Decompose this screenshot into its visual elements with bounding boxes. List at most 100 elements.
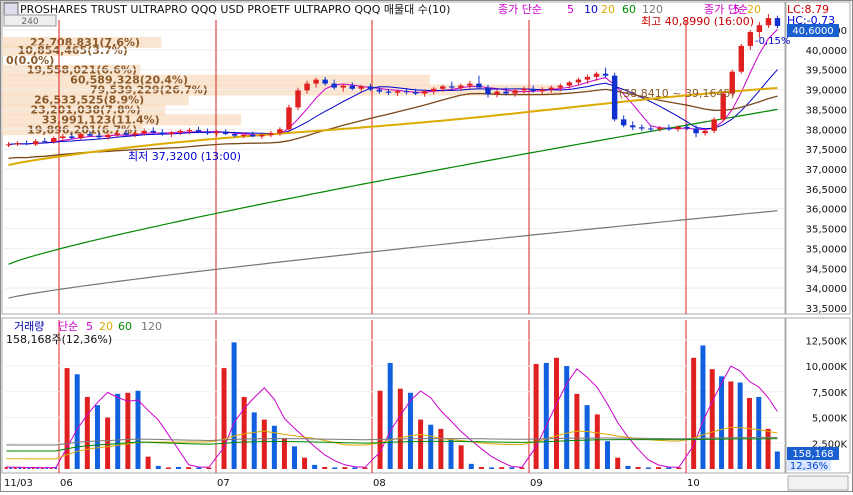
volume-bar <box>342 467 348 469</box>
candle-up <box>566 82 573 86</box>
candle-down <box>23 143 30 145</box>
volume-ma-label[interactable]: 단순 <box>58 320 78 333</box>
candle-down <box>367 86 374 90</box>
candle-down <box>620 119 627 126</box>
volume-bar <box>105 417 111 469</box>
candle-down <box>41 141 48 143</box>
volume-bar <box>251 412 257 469</box>
time-axis-label: 08 <box>373 478 386 489</box>
candle-down <box>503 91 509 94</box>
candle-up <box>521 88 527 91</box>
volume-bar <box>605 441 610 469</box>
volume-bar <box>728 381 734 469</box>
volume-bar <box>756 396 762 469</box>
candle-up <box>657 127 663 130</box>
volume-ma-period: 5 <box>86 320 93 333</box>
candle-down <box>96 135 102 138</box>
candle-down <box>485 87 491 95</box>
candle-up <box>241 134 247 136</box>
candle-up <box>747 31 754 46</box>
volume-bar <box>22 467 26 469</box>
volume-bar <box>176 466 182 469</box>
candle-up <box>512 90 518 94</box>
volume-bar <box>765 428 771 469</box>
candle-up <box>675 126 681 130</box>
change-annotation: -0,15% <box>755 36 790 47</box>
volume-bar <box>719 376 725 469</box>
candle-down <box>611 75 618 120</box>
price-tick-label: 38,0000 <box>806 125 847 136</box>
candle-up <box>14 143 21 145</box>
time-axis-label: 11/03 <box>4 478 33 489</box>
candle-down <box>222 131 229 135</box>
candle-down <box>412 91 419 94</box>
candle-up <box>738 45 745 72</box>
volume-bar <box>115 393 121 469</box>
price-tick-label: 36,0000 <box>806 205 847 216</box>
volume-bar <box>428 424 434 469</box>
volume-bar <box>438 428 444 469</box>
volume-bar <box>302 457 308 469</box>
stock-chart[interactable]: 22,708,831(7.6%)10,854,465(3.7%)0(0.0%)1… <box>0 0 853 492</box>
volume-bar <box>448 439 454 469</box>
candle-down <box>639 127 645 129</box>
volume-bar <box>478 466 484 469</box>
candle-up <box>186 130 193 132</box>
volume-bar <box>774 451 780 469</box>
price-tick-label: 39,0000 <box>806 86 847 97</box>
volume-pct-value: 12,36% <box>790 461 828 472</box>
candle-up <box>60 136 66 139</box>
candle-down <box>231 134 238 136</box>
candle-down <box>630 125 636 128</box>
candle-down <box>349 85 356 89</box>
candle-up <box>177 130 184 133</box>
volume-bar <box>165 467 171 469</box>
volume-bar <box>36 467 40 469</box>
candle-down <box>87 134 93 136</box>
volume-bar <box>533 363 539 469</box>
volume-bar <box>231 342 237 469</box>
candle-up <box>51 138 57 142</box>
volume-bar <box>554 357 559 469</box>
candle-up <box>286 107 292 130</box>
high-annotation: 최고 40,8990 (16:00) <box>641 15 754 28</box>
ma-legend-period: 60 <box>622 3 636 16</box>
candle-up <box>358 86 365 89</box>
candle-up <box>141 130 147 134</box>
volume-bar <box>737 382 743 469</box>
candle-up <box>213 131 220 134</box>
candle-down <box>693 128 699 134</box>
volume-bar <box>155 465 161 469</box>
candle-up <box>430 88 437 92</box>
volume-bar <box>666 467 672 469</box>
candle-up <box>467 83 473 86</box>
volume-bar <box>594 414 600 469</box>
ma-legend-label[interactable]: 종가 단순 <box>498 3 542 16</box>
price-tick-label: 35,0000 <box>806 244 847 255</box>
volume-bar <box>635 466 641 469</box>
candle-up <box>584 76 591 80</box>
volume-bar <box>509 467 515 469</box>
candle-up <box>5 144 12 146</box>
volume-ma-period: 120 <box>141 320 162 333</box>
volume-bar <box>418 419 424 469</box>
price-tick-label: 37,5000 <box>806 145 847 156</box>
price-tick-label: 37,0000 <box>806 165 847 176</box>
volume-bar <box>700 345 706 469</box>
candle-up <box>494 91 500 95</box>
grid-toggle-icon[interactable] <box>3 2 19 16</box>
ma-legend-period: 10 <box>584 3 598 16</box>
candle-up <box>105 134 111 138</box>
price-tick-label: 40,0000 <box>806 46 847 57</box>
candle-down <box>385 91 392 93</box>
volume-title: 거래량 <box>14 320 44 333</box>
candle-up <box>575 79 582 83</box>
volume-current: 158,168주(12,36%) <box>6 333 112 346</box>
volume-bar <box>196 467 202 469</box>
candle-up <box>78 134 84 139</box>
volume-bar <box>499 467 505 469</box>
volume-bar <box>407 392 413 469</box>
volume-bar <box>84 396 90 469</box>
chart-title: PROSHARES TRUST ULTRAPRO QQQ USD PROETF … <box>20 3 450 16</box>
candle-up <box>593 73 600 77</box>
